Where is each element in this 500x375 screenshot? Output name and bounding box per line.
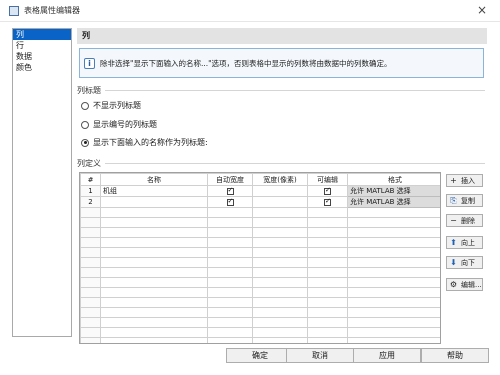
empty-row[interactable] [80, 317, 440, 328]
copy-icon: ⎘ [450, 195, 457, 205]
empty-row[interactable] [80, 247, 440, 258]
table-row[interactable]: 2 允许 MATLAB 选择 [80, 196, 440, 208]
help-button[interactable]: 帮助 [421, 348, 489, 363]
checkbox-checked[interactable] [226, 198, 234, 206]
header-auto-width: 自动宽度 [207, 173, 253, 186]
column-definition-group-title: 列定义 [77, 158, 485, 169]
sidebar-item-rows[interactable]: 行 [13, 40, 71, 51]
editable-cell[interactable] [307, 196, 348, 208]
divider [105, 163, 485, 164]
gear-icon: ⚙ [449, 280, 458, 289]
empty-row[interactable] [80, 217, 440, 228]
header-name: 名称 [100, 173, 208, 186]
auto-width-cell[interactable] [207, 196, 253, 208]
info-text: 除非选择"显示下面输入的名称..."选项，否则表格中显示的列数将由数据中的列数确… [100, 58, 392, 68]
table-row[interactable]: 1 机组 允许 MATLAB 选择 [80, 185, 440, 197]
empty-row[interactable] [80, 337, 440, 343]
row-number: 2 [80, 196, 101, 208]
app-icon [9, 5, 19, 16]
name-cell[interactable] [100, 196, 208, 208]
column-headers-group-title: 列标题 [77, 85, 485, 96]
checkbox-checked[interactable] [324, 198, 331, 206]
width-cell[interactable] [252, 185, 308, 197]
minus-icon: − [450, 216, 457, 225]
empty-row[interactable] [80, 327, 440, 338]
empty-row[interactable] [80, 287, 440, 298]
empty-row[interactable] [80, 297, 440, 308]
empty-row[interactable] [80, 277, 440, 288]
window-title: 表格属性编辑器 [24, 6, 80, 15]
copy-button[interactable]: ⎘ 复制 [446, 194, 483, 207]
radio-button[interactable] [81, 120, 89, 129]
sidebar-item-columns[interactable]: 列 [13, 29, 71, 40]
format-cell[interactable]: 允许 MATLAB 选择 [347, 196, 440, 208]
empty-row[interactable] [80, 227, 440, 238]
header-editable: 可编辑 [307, 173, 348, 186]
format-cell[interactable]: 允许 MATLAB 选择 [347, 185, 440, 197]
title-bar: 表格属性编辑器 × [0, 0, 500, 22]
radio-no-headers[interactable]: 不显示列标题 [81, 100, 141, 111]
delete-button[interactable]: − 删除 [446, 214, 483, 227]
main-panel: 列 i 除非选择"显示下面输入的名称..."选项，否则表格中显示的列数将由数据中… [77, 28, 487, 344]
header-width: 宽度(像素) [252, 173, 308, 186]
name-cell[interactable]: 机组 [100, 185, 208, 197]
editable-cell[interactable] [307, 185, 348, 197]
category-list[interactable]: 列 行 数据 颜色 [12, 28, 72, 337]
move-down-button[interactable]: ⬇ 向下 [446, 256, 483, 269]
edit-button[interactable]: ⚙ 编辑... [446, 278, 483, 291]
radio-button-selected[interactable] [81, 138, 89, 147]
table-header-row: # 名称 自动宽度 宽度(像素) 可编辑 格式 [80, 173, 440, 186]
info-message: i 除非选择"显示下面输入的名称..."选项，否则表格中显示的列数将由数据中的列… [79, 48, 484, 78]
sidebar-item-color[interactable]: 颜色 [13, 62, 71, 73]
cancel-button[interactable]: 取消 [286, 348, 354, 363]
column-definition-table[interactable]: # 名称 自动宽度 宽度(像素) 可编辑 格式 1 机组 允许 MATLAB 选… [79, 172, 441, 344]
radio-numbered-headers[interactable]: 显示编号的列标题 [81, 119, 157, 130]
auto-width-cell[interactable] [207, 185, 253, 197]
radio-custom-headers[interactable]: 显示下面输入的名称作为列标题: [81, 137, 208, 148]
checkbox-checked[interactable] [226, 187, 234, 195]
empty-row[interactable] [80, 257, 440, 268]
width-cell[interactable] [252, 196, 308, 208]
radio-button[interactable] [81, 101, 89, 110]
empty-row[interactable] [80, 237, 440, 248]
header-format: 格式 [347, 173, 440, 186]
ok-button[interactable]: 确定 [226, 348, 294, 363]
header-number: # [80, 173, 101, 186]
empty-row[interactable] [80, 267, 440, 278]
checkbox-checked[interactable] [324, 187, 331, 195]
insert-button[interactable]: + 插入 [446, 174, 483, 187]
section-title: 列 [77, 28, 487, 44]
divider [105, 90, 485, 91]
arrow-down-icon: ⬇ [450, 258, 457, 267]
arrow-up-icon: ⬆ [450, 238, 457, 247]
plus-icon: + [450, 176, 457, 185]
empty-row[interactable] [80, 307, 440, 318]
move-up-button[interactable]: ⬆ 向上 [446, 236, 483, 249]
row-number: 1 [80, 185, 101, 197]
empty-row[interactable] [80, 207, 440, 218]
sidebar-item-data[interactable]: 数据 [13, 51, 71, 62]
apply-button[interactable]: 应用 [353, 348, 421, 363]
close-icon[interactable]: × [474, 4, 490, 17]
info-icon: i [84, 57, 95, 69]
